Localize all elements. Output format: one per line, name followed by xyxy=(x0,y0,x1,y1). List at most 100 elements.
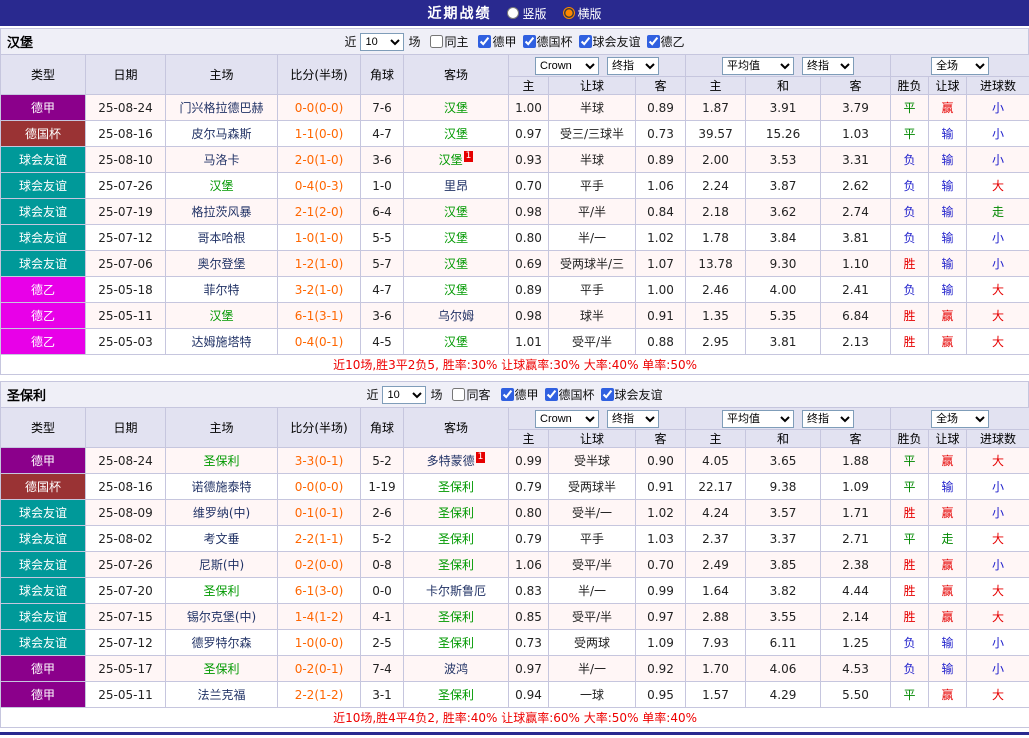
league-checkbox[interactable] xyxy=(544,387,558,401)
away-team[interactable]: 乌尔姆 xyxy=(403,302,509,329)
league-filter[interactable]: 德国杯 xyxy=(522,33,573,50)
average-select[interactable]: 平均值 xyxy=(722,409,795,428)
home-team[interactable]: 格拉茨风暴 xyxy=(165,198,278,225)
layout-option-vertical[interactable]: 竖版 xyxy=(507,5,547,22)
home-team[interactable]: 圣保利 xyxy=(165,447,278,474)
match-score[interactable]: 1-0(0-0) xyxy=(277,629,361,656)
away-team[interactable]: 圣保利 xyxy=(403,525,509,552)
match-score[interactable]: 6-1(3-0) xyxy=(277,577,361,604)
match-score[interactable]: 1-2(1-0) xyxy=(277,250,361,277)
home-team[interactable]: 汉堡 xyxy=(165,172,278,199)
away-team[interactable]: 圣保利 xyxy=(403,603,509,630)
match-score[interactable]: 1-4(1-2) xyxy=(277,603,361,630)
avg-stage-select[interactable]: 终指 xyxy=(802,56,855,75)
home-team[interactable]: 菲尔特 xyxy=(165,276,278,303)
home-team[interactable]: 维罗纳(中) xyxy=(165,499,278,526)
odds-stage-select[interactable]: 终指 xyxy=(607,409,660,428)
same-venue-checkbox[interactable] xyxy=(430,35,444,48)
layout-radio[interactable] xyxy=(507,7,520,19)
league-checkbox[interactable] xyxy=(578,34,592,48)
match-score[interactable]: 3-2(1-0) xyxy=(277,276,361,303)
league-filter[interactable]: 德国杯 xyxy=(544,386,595,403)
home-team[interactable]: 锡尔克堡(中) xyxy=(165,603,278,630)
away-team[interactable]: 卡尔斯鲁厄 xyxy=(403,577,509,604)
home-odds: 1.06 xyxy=(508,551,549,578)
home-team[interactable]: 德罗特尔森 xyxy=(165,629,278,656)
match-score[interactable]: 1-0(1-0) xyxy=(277,224,361,251)
home-team[interactable]: 尼斯(中) xyxy=(165,551,278,578)
match-score[interactable]: 0-2(0-1) xyxy=(277,655,361,682)
away-team[interactable]: 汉堡 xyxy=(403,250,509,277)
avg-stage-select[interactable]: 终指 xyxy=(802,409,855,428)
layout-option-label: 横版 xyxy=(577,6,602,21)
match-score[interactable]: 2-1(2-0) xyxy=(277,198,361,225)
match-count-select[interactable]: 10 xyxy=(360,32,405,51)
away-team[interactable]: 汉堡 xyxy=(403,224,509,251)
match-score[interactable]: 2-2(1-2) xyxy=(277,681,361,708)
league-filter[interactable]: 球会友谊 xyxy=(600,386,663,403)
away-team[interactable]: 汉堡 xyxy=(403,276,509,303)
home-team[interactable]: 法兰克福 xyxy=(165,681,278,708)
match-score[interactable]: 3-3(0-1) xyxy=(277,447,361,474)
away-team[interactable]: 波鸿 xyxy=(403,655,509,682)
match-score[interactable]: 2-0(1-0) xyxy=(277,146,361,173)
match-score[interactable]: 0-0(0-0) xyxy=(277,473,361,500)
home-team[interactable]: 门兴格拉德巴赫 xyxy=(165,94,278,121)
bookmaker-select[interactable]: Crown xyxy=(535,409,600,428)
same-venue-filter[interactable]: 同主 xyxy=(430,33,468,50)
away-team[interactable]: 圣保利 xyxy=(403,681,509,708)
handicap: 球半 xyxy=(548,302,636,329)
average-select[interactable]: 平均值 xyxy=(722,56,795,75)
home-team[interactable]: 诺德施泰特 xyxy=(165,473,278,500)
league-checkbox[interactable] xyxy=(500,387,514,401)
match-score[interactable]: 0-1(0-1) xyxy=(277,499,361,526)
match-score[interactable]: 0-4(0-3) xyxy=(277,172,361,199)
scope-select[interactable]: 全场 xyxy=(931,409,990,428)
home-team[interactable]: 圣保利 xyxy=(165,577,278,604)
away-team[interactable]: 圣保利 xyxy=(403,473,509,500)
league-filter[interactable]: 球会友谊 xyxy=(578,33,641,50)
away-team[interactable]: 圣保利 xyxy=(403,629,509,656)
odds-stage-select[interactable]: 终指 xyxy=(607,56,660,75)
match-score[interactable]: 6-1(3-1) xyxy=(277,302,361,329)
league-checkbox[interactable] xyxy=(522,34,536,48)
match-score[interactable]: 0-2(0-0) xyxy=(277,551,361,578)
home-team[interactable]: 马洛卡 xyxy=(165,146,278,173)
away-team[interactable]: 汉堡 1 xyxy=(403,146,509,173)
league-filter[interactable]: 德乙 xyxy=(646,33,685,50)
layout-radio[interactable] xyxy=(562,7,575,19)
match-rows: 德甲 25-08-24 门兴格拉德巴赫 0-0(0-0) 7-6 汉堡 1.00 半球 0.89… xyxy=(0,94,1029,355)
league-checkbox[interactable] xyxy=(478,34,492,48)
league-filter[interactable]: 德甲 xyxy=(500,386,539,403)
layout-option-horizontal[interactable]: 横版 xyxy=(562,5,602,22)
away-team[interactable]: 多特蒙德 1 xyxy=(403,447,509,474)
away-team[interactable]: 圣保利 xyxy=(403,551,509,578)
match-score[interactable]: 2-2(1-1) xyxy=(277,525,361,552)
match-score[interactable]: 1-1(0-0) xyxy=(277,120,361,147)
match-count-select[interactable]: 10 xyxy=(382,385,427,404)
away-team[interactable]: 里昂 xyxy=(403,172,509,199)
home-team[interactable]: 皮尔马森斯 xyxy=(165,120,278,147)
home-team[interactable]: 达姆施塔特 xyxy=(165,328,278,355)
away-team[interactable]: 汉堡 xyxy=(403,120,509,147)
handicap-result: 输 xyxy=(928,172,968,199)
league-checkbox[interactable] xyxy=(646,34,660,48)
scope-select[interactable]: 全场 xyxy=(931,56,990,75)
home-team[interactable]: 哥本哈根 xyxy=(165,224,278,251)
home-team[interactable]: 圣保利 xyxy=(165,655,278,682)
match-score[interactable]: 0-0(0-0) xyxy=(277,94,361,121)
bookmaker-select[interactable]: Crown xyxy=(535,56,600,75)
match-score[interactable]: 0-4(0-1) xyxy=(277,328,361,355)
league-filter[interactable]: 德甲 xyxy=(478,33,517,50)
type-badge: 球会友谊 xyxy=(0,198,86,225)
league-checkbox[interactable] xyxy=(600,387,614,401)
away-team[interactable]: 汉堡 xyxy=(403,328,509,355)
away-team[interactable]: 汉堡 xyxy=(403,198,509,225)
home-team[interactable]: 考文垂 xyxy=(165,525,278,552)
same-venue-filter[interactable]: 同客 xyxy=(452,386,491,403)
home-team[interactable]: 汉堡 xyxy=(165,302,278,329)
home-team[interactable]: 奥尔登堡 xyxy=(165,250,278,277)
same-venue-checkbox[interactable] xyxy=(452,388,466,401)
away-team[interactable]: 汉堡 xyxy=(403,94,509,121)
away-team[interactable]: 圣保利 xyxy=(403,499,509,526)
